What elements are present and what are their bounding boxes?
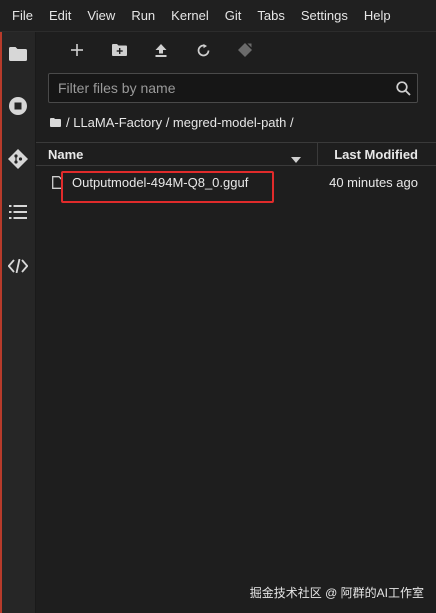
extensions-icon[interactable] xyxy=(0,248,36,284)
jupyterlab-window: File Edit View Run Kernel Git Tabs Setti… xyxy=(0,0,436,613)
folder-icon[interactable] xyxy=(0,36,36,72)
running-icon[interactable] xyxy=(0,88,36,124)
new-launcher-button[interactable] xyxy=(56,32,98,68)
menu-edit[interactable]: Edit xyxy=(41,0,79,32)
name-column-label: Name xyxy=(48,146,84,162)
new-folder-button[interactable] xyxy=(98,32,140,68)
file-list-header: Name Last Modified xyxy=(36,142,436,166)
menu-help[interactable]: Help xyxy=(356,0,399,32)
menu-git[interactable]: Git xyxy=(217,0,250,32)
upload-button[interactable] xyxy=(140,32,182,68)
breadcrumb: / LLaMA-Factory / megred-model-path / xyxy=(50,112,294,132)
git-clone-button[interactable] xyxy=(224,32,266,68)
watermark: 掘金技术社区 @ 阿群的AI工作室 xyxy=(249,586,424,600)
file-filter-field xyxy=(48,73,418,103)
plus-icon xyxy=(71,44,83,56)
git-icon[interactable] xyxy=(0,141,36,177)
breadcrumb-path[interactable]: / LLaMA-Factory / megred-model-path / xyxy=(66,115,294,130)
file-browser-panel: / LLaMA-Factory / megred-model-path / Na… xyxy=(36,32,436,613)
table-of-contents-icon[interactable] xyxy=(0,194,36,230)
file-browser-toolbar xyxy=(36,32,436,68)
name-column-header[interactable]: Name xyxy=(36,143,318,165)
upload-icon xyxy=(155,43,167,57)
file-last-modified: 40 minutes ago xyxy=(329,174,418,190)
search-icon[interactable] xyxy=(389,80,417,96)
menu-settings[interactable]: Settings xyxy=(293,0,356,32)
sort-descending-icon[interactable] xyxy=(291,151,301,166)
refresh-icon xyxy=(197,43,209,56)
menu-view[interactable]: View xyxy=(79,0,123,32)
refresh-button[interactable] xyxy=(182,32,224,68)
search-input[interactable] xyxy=(49,74,389,102)
menu-kernel[interactable]: Kernel xyxy=(163,0,217,32)
last-modified-column-label: Last Modified xyxy=(334,146,418,162)
last-modified-column-header[interactable]: Last Modified xyxy=(318,143,436,165)
menu-file[interactable]: File xyxy=(4,0,41,32)
left-activity-bar xyxy=(0,32,36,613)
git-clone-icon xyxy=(238,43,252,57)
menu-bar: File Edit View Run Kernel Git Tabs Setti… xyxy=(0,0,436,32)
red-highlight-annotation xyxy=(61,171,274,203)
menu-tabs[interactable]: Tabs xyxy=(249,0,292,32)
home-folder-icon[interactable] xyxy=(50,117,61,127)
new-folder-icon xyxy=(111,44,127,56)
menu-run[interactable]: Run xyxy=(123,0,163,32)
